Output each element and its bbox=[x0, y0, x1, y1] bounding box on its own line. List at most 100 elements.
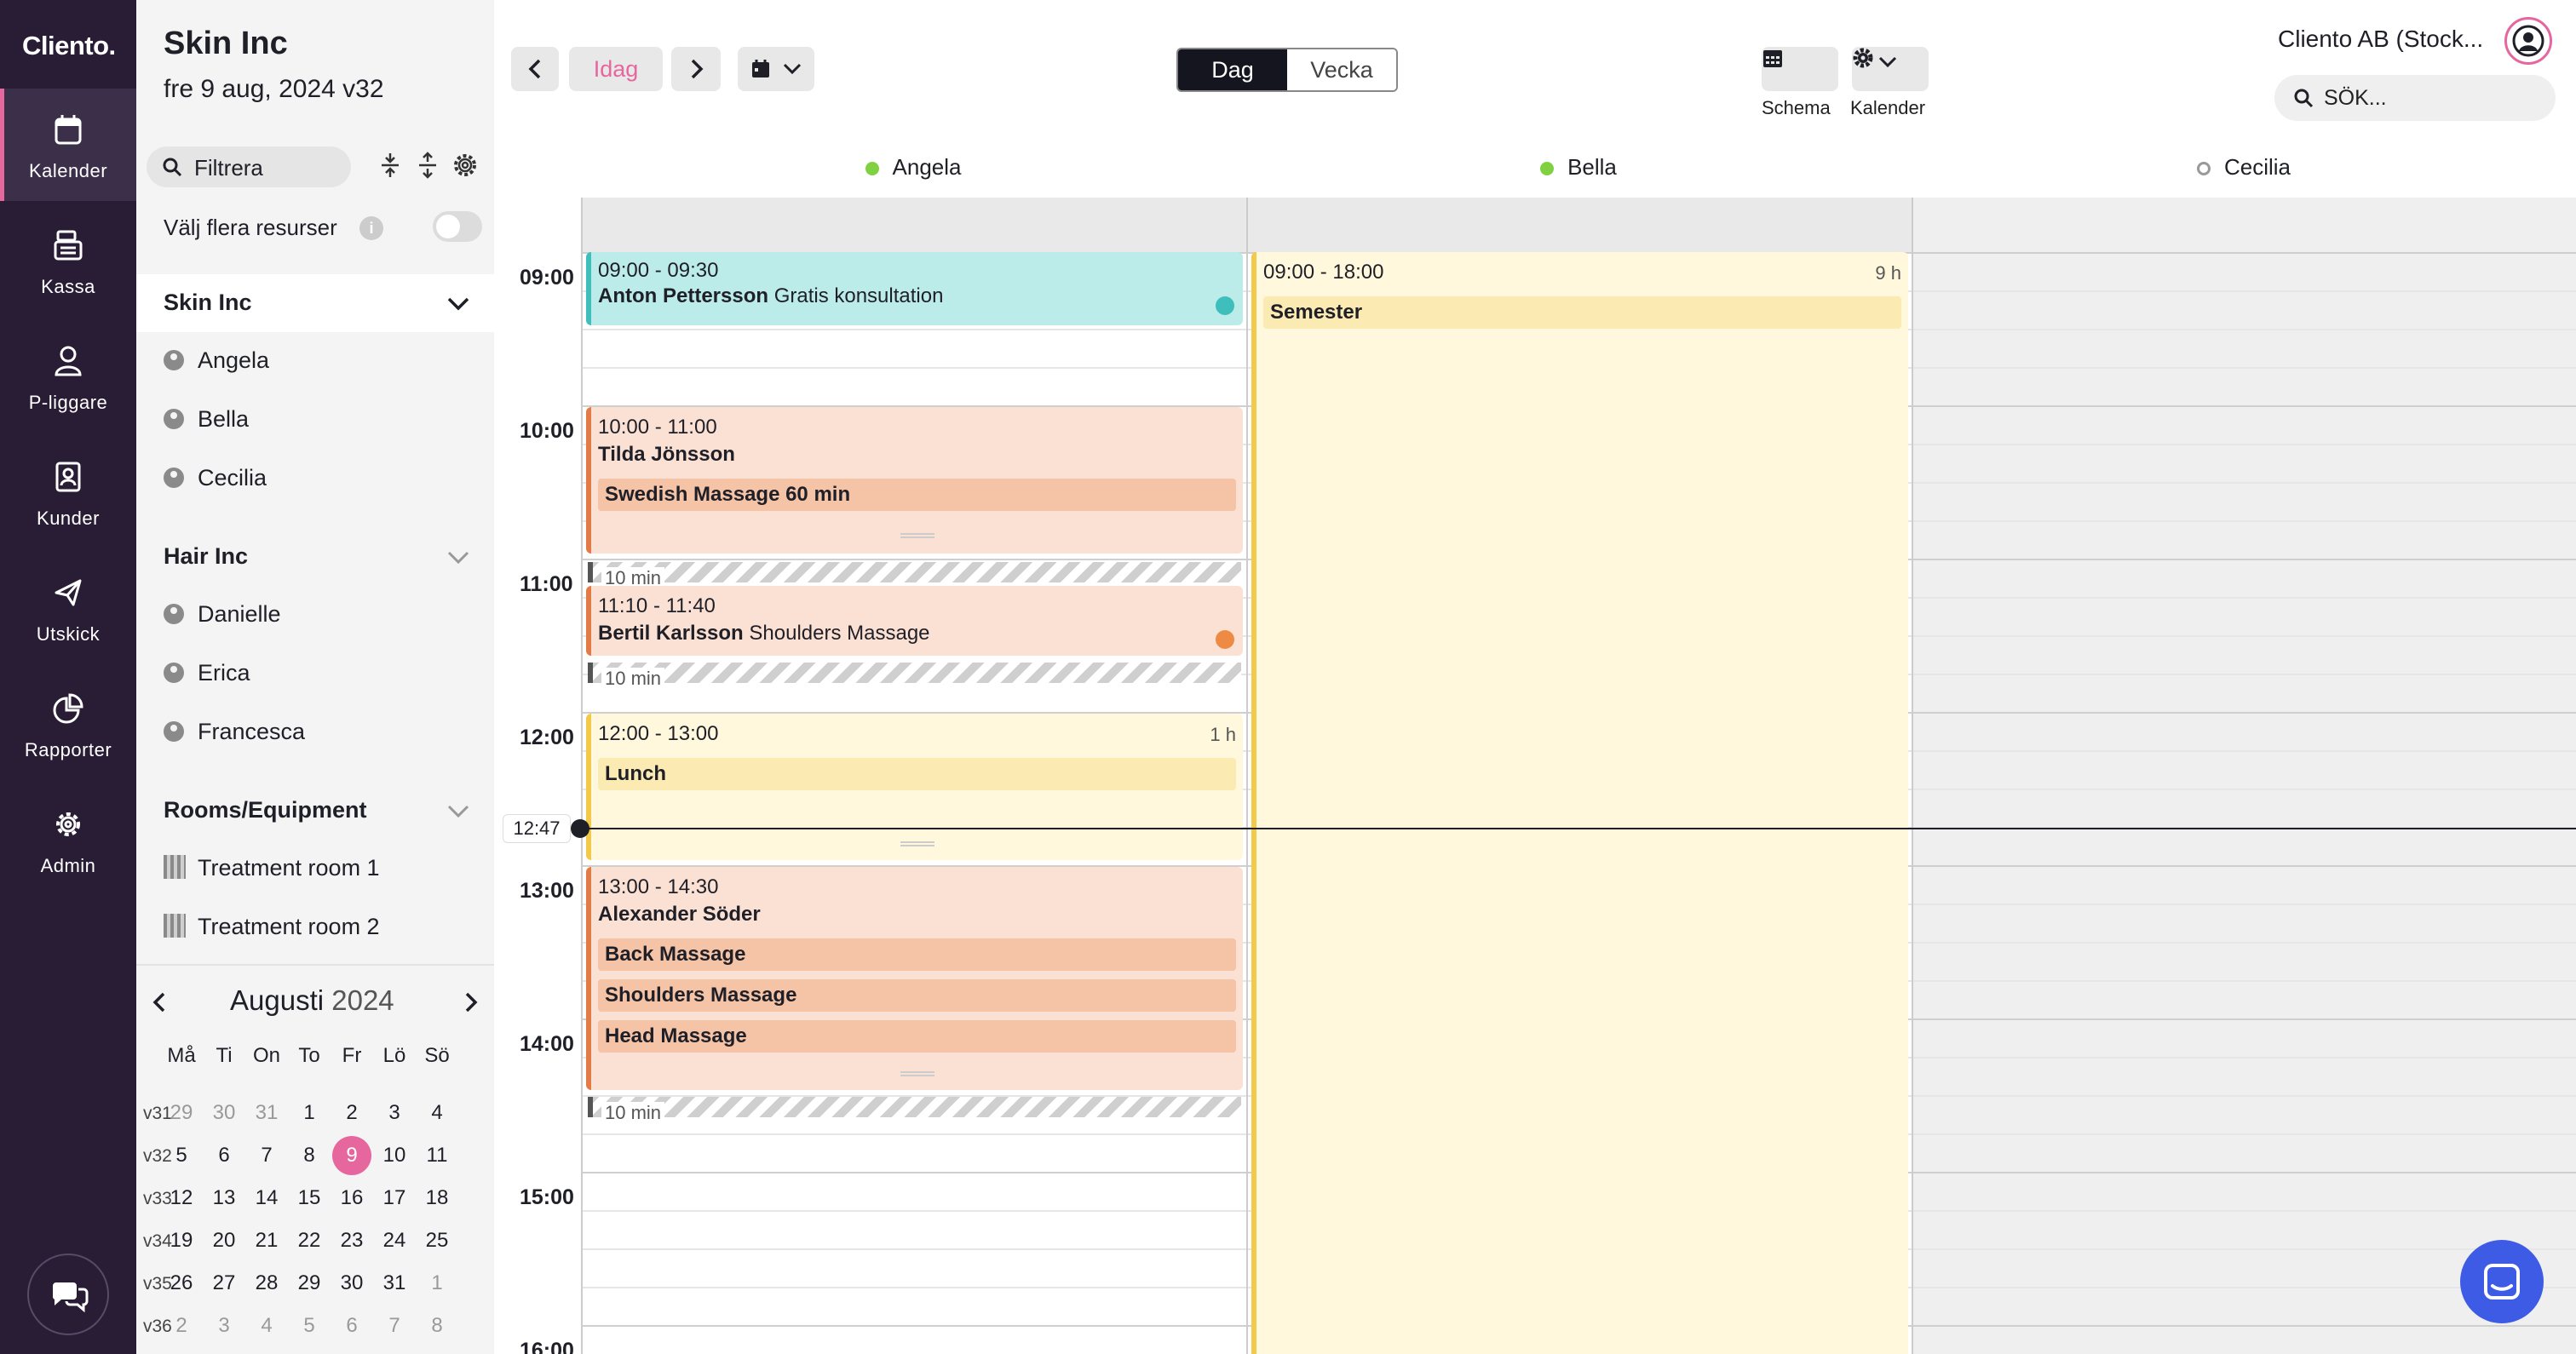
nav-utskick[interactable]: Utskick bbox=[0, 552, 136, 664]
today-button[interactable]: Idag bbox=[569, 47, 663, 91]
day-cell[interactable]: 3 bbox=[375, 1093, 414, 1133]
support-chat-button[interactable] bbox=[27, 1254, 109, 1335]
date-picker-button[interactable] bbox=[738, 47, 814, 91]
settings-gear-icon[interactable] bbox=[451, 152, 479, 179]
day-cell[interactable]: 23 bbox=[332, 1221, 371, 1260]
day-cell[interactable]: 22 bbox=[290, 1221, 329, 1260]
group-header-skin-inc[interactable]: Skin Inc bbox=[136, 274, 494, 332]
day-cell[interactable]: 26 bbox=[162, 1264, 201, 1303]
day-cell[interactable]: 18 bbox=[417, 1179, 457, 1218]
time-gutter: 09:00 10:00 11:00 12:00 13:00 14:00 15:0… bbox=[494, 198, 581, 1354]
user-avatar[interactable] bbox=[2504, 17, 2552, 65]
day-cell[interactable]: 4 bbox=[247, 1306, 286, 1345]
day-cell[interactable]: 2 bbox=[162, 1306, 201, 1345]
appointment-bertil-karlsson[interactable]: 11:10 - 11:40 Bertil Karlsson Shoulders … bbox=[586, 586, 1243, 656]
day-cell[interactable]: 14 bbox=[247, 1179, 286, 1218]
grid-line bbox=[583, 1325, 1246, 1327]
day-cell[interactable]: 11 bbox=[417, 1136, 457, 1175]
chevron-right-icon[interactable] bbox=[462, 991, 480, 1013]
schema-button[interactable] bbox=[1762, 47, 1838, 91]
hour-label: 12:00 bbox=[520, 726, 574, 749]
view-day-button[interactable]: Dag bbox=[1178, 49, 1287, 90]
info-icon[interactable]: i bbox=[359, 216, 383, 240]
column-angela[interactable]: 09:00 - 09:30 Anton Pettersson Gratis ko… bbox=[581, 198, 1246, 1354]
account-name[interactable]: Cliento AB (Stock... bbox=[2278, 26, 2483, 53]
day-cell[interactable]: 25 bbox=[417, 1221, 457, 1260]
day-cell[interactable]: 13 bbox=[204, 1179, 244, 1218]
nav-label: Utskick bbox=[36, 623, 101, 645]
search-input[interactable] bbox=[2324, 83, 2537, 112]
day-cell[interactable]: 3 bbox=[204, 1306, 244, 1345]
collapse-icon[interactable] bbox=[377, 152, 404, 179]
day-cell[interactable]: 17 bbox=[375, 1179, 414, 1218]
nav-label: P-liggare bbox=[28, 392, 108, 413]
weekday-label: Lö bbox=[382, 1044, 406, 1067]
nav-rapporter[interactable]: Rapporter bbox=[0, 668, 136, 780]
intercom-chat-button[interactable] bbox=[2460, 1240, 2544, 1323]
day-cell[interactable]: 24 bbox=[375, 1221, 414, 1260]
nav-admin[interactable]: Admin bbox=[0, 783, 136, 896]
prev-day-button[interactable] bbox=[511, 47, 559, 91]
column-header-cecilia[interactable]: Cecilia bbox=[1912, 136, 2576, 198]
day-cell[interactable]: 28 bbox=[247, 1264, 286, 1303]
nav-label: Kunder bbox=[37, 508, 100, 529]
day-cell[interactable]: 7 bbox=[247, 1136, 286, 1175]
resize-handle[interactable] bbox=[900, 533, 934, 538]
day-cell[interactable]: 21 bbox=[247, 1221, 286, 1260]
column-bella[interactable]: 09:00 - 18:00 9 h Semester bbox=[1246, 198, 1912, 1354]
day-cell[interactable]: 4 bbox=[417, 1093, 457, 1133]
day-cell[interactable]: 20 bbox=[204, 1221, 244, 1260]
column-header-angela[interactable]: Angela bbox=[581, 136, 1245, 198]
chevron-right-icon bbox=[691, 59, 704, 79]
absence-semester[interactable]: 09:00 - 18:00 9 h Semester bbox=[1251, 252, 1908, 1354]
column-header-bella[interactable]: Bella bbox=[1246, 136, 1911, 198]
day-cell[interactable]: 9 bbox=[332, 1136, 371, 1175]
day-cell[interactable]: 6 bbox=[204, 1136, 244, 1175]
next-day-button[interactable] bbox=[671, 47, 721, 91]
appointment-tilda-jonsson[interactable]: 10:00 - 11:00 Tilda Jönsson Swedish Mass… bbox=[586, 407, 1243, 554]
expand-icon[interactable] bbox=[414, 152, 441, 179]
nav-kalender[interactable]: Kalender bbox=[0, 89, 136, 201]
day-cell[interactable]: 15 bbox=[290, 1179, 329, 1218]
day-cell[interactable]: 8 bbox=[290, 1136, 329, 1175]
day-cell[interactable]: 6 bbox=[332, 1306, 371, 1345]
appointment-client: Anton Pettersson Gratis konsultation bbox=[598, 284, 943, 308]
resize-handle[interactable] bbox=[900, 841, 934, 846]
day-cell[interactable]: 27 bbox=[204, 1264, 244, 1303]
group-header-hair-inc[interactable]: Hair Inc bbox=[136, 528, 494, 586]
nav-kunder[interactable]: Kunder bbox=[0, 436, 136, 548]
nav-p-liggare[interactable]: P-liggare bbox=[0, 320, 136, 433]
day-cell[interactable]: 8 bbox=[417, 1306, 457, 1345]
day-cell[interactable]: 29 bbox=[290, 1264, 329, 1303]
day-cell[interactable]: 29 bbox=[162, 1093, 201, 1133]
group-header-rooms-equipment[interactable]: Rooms/Equipment bbox=[136, 782, 494, 840]
day-cell[interactable]: 2 bbox=[332, 1093, 371, 1133]
day-cell[interactable]: 30 bbox=[332, 1264, 371, 1303]
day-cell[interactable]: 7 bbox=[375, 1306, 414, 1345]
view-week-button[interactable]: Vecka bbox=[1287, 49, 1396, 90]
day-cell[interactable]: 19 bbox=[162, 1221, 201, 1260]
resize-handle[interactable] bbox=[900, 1071, 934, 1076]
weekday-label: On bbox=[252, 1044, 280, 1067]
appointment-alexander-soder[interactable]: 13:00 - 14:30 Alexander Söder Back Massa… bbox=[586, 867, 1243, 1090]
appointment-anton-pettersson[interactable]: 09:00 - 09:30 Anton Pettersson Gratis ko… bbox=[586, 252, 1243, 325]
day-cell[interactable]: 31 bbox=[247, 1093, 286, 1133]
global-search[interactable] bbox=[2274, 75, 2556, 121]
day-cell[interactable]: 5 bbox=[162, 1136, 201, 1175]
day-cell[interactable]: 30 bbox=[204, 1093, 244, 1133]
column-cecilia[interactable] bbox=[1912, 198, 2576, 1354]
day-cell[interactable]: 5 bbox=[290, 1306, 329, 1345]
nav-kassa[interactable]: Kassa bbox=[0, 204, 136, 317]
filter-input[interactable]: Filtrera bbox=[147, 146, 351, 187]
day-cell[interactable]: 12 bbox=[162, 1179, 201, 1218]
day-cell[interactable]: 31 bbox=[375, 1264, 414, 1303]
break-lunch[interactable]: 12:00 - 13:00 1 h Lunch bbox=[586, 714, 1243, 860]
buffer-label: 10 min bbox=[601, 668, 665, 690]
day-cell[interactable]: 10 bbox=[375, 1136, 414, 1175]
calendar-settings-button[interactable] bbox=[1852, 47, 1929, 91]
day-cell[interactable]: 1 bbox=[290, 1093, 329, 1133]
chevron-left-icon[interactable] bbox=[150, 991, 169, 1013]
day-cell[interactable]: 16 bbox=[332, 1179, 371, 1218]
day-cell[interactable]: 1 bbox=[417, 1264, 457, 1303]
multi-resource-toggle[interactable] bbox=[433, 211, 482, 242]
